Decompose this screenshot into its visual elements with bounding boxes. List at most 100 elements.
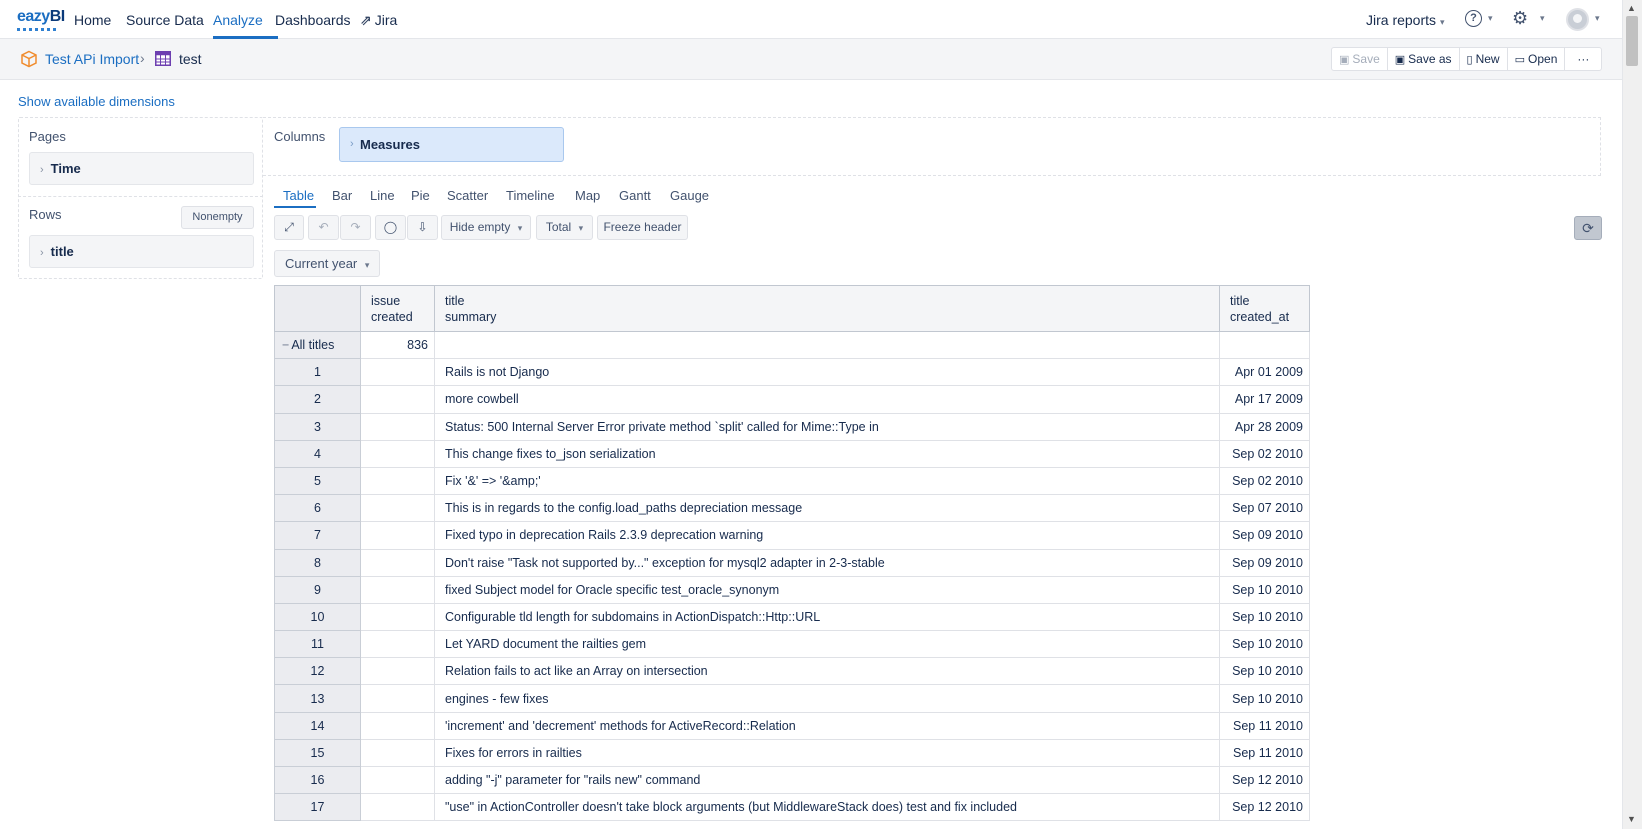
cell-issue-created[interactable] (360, 602, 435, 632)
cell-summary[interactable]: This is in regards to the config.load_pa… (434, 494, 1220, 523)
scrollbar-thumb[interactable] (1626, 16, 1638, 66)
cell-created-at[interactable]: Sep 10 2010 (1219, 602, 1310, 632)
breadcrumb-account-link[interactable]: Test APi Import (45, 51, 139, 67)
cell-created-at[interactable]: Sep 12 2010 (1219, 793, 1310, 822)
tab-table[interactable]: Table (283, 188, 314, 203)
tab-line[interactable]: Line (370, 188, 395, 203)
nav-jira[interactable]: ⇗ Jira (360, 12, 397, 29)
cell-created-at[interactable]: Sep 10 2010 (1219, 575, 1310, 604)
nav-source-data[interactable]: Source Data (126, 12, 204, 28)
row-header-title[interactable]: 16 (274, 765, 361, 795)
cell-created-at[interactable]: Sep 11 2010 (1219, 738, 1310, 768)
tab-pie[interactable]: Pie (411, 188, 430, 203)
tab-gauge[interactable]: Gauge (670, 188, 709, 203)
row-header-title[interactable]: 10 (274, 602, 361, 632)
columns-dimension-measures[interactable]: › Measures (339, 127, 564, 162)
cell-issue-created[interactable] (360, 630, 435, 659)
row-header-title[interactable]: 15 (274, 738, 361, 768)
cell-summary[interactable]: 'increment' and 'decrement' methods for … (434, 711, 1220, 740)
cell-issue-created[interactable] (360, 385, 435, 414)
total-dropdown[interactable]: Total ▾ (536, 215, 593, 240)
show-available-dimensions-link[interactable]: Show available dimensions (18, 94, 175, 109)
cell-issue-created[interactable] (360, 657, 435, 686)
cell-created-at[interactable]: Sep 02 2010 (1219, 466, 1310, 496)
row-header-title[interactable]: 12 (274, 657, 361, 686)
eazybi-logo[interactable]: eazyBI (17, 8, 65, 31)
cell-issue-created[interactable] (360, 684, 435, 713)
cell-created-at[interactable]: Sep 10 2010 (1219, 630, 1310, 659)
cell-issue-created[interactable]: 836 (360, 330, 435, 360)
column-header-issue-created[interactable]: issue created (360, 285, 435, 332)
cell-summary[interactable]: Let YARD document the railties gem (434, 630, 1220, 659)
cell-issue-created[interactable] (360, 358, 435, 387)
row-header-title[interactable]: 13 (274, 684, 361, 713)
row-header-title[interactable]: 6 (274, 494, 361, 523)
open-report-button[interactable]: ▭ Open (1508, 48, 1566, 70)
save-button[interactable]: ▣ Save (1332, 48, 1388, 70)
nav-analyze[interactable]: Analyze (213, 12, 263, 28)
fullscreen-button[interactable]: ⤢ (274, 215, 304, 240)
cell-issue-created[interactable] (360, 793, 435, 822)
tab-timeline[interactable]: Timeline (506, 188, 555, 203)
avatar[interactable] (1566, 8, 1589, 31)
collapse-icon[interactable]: − (282, 338, 289, 352)
cell-summary[interactable]: "use" in ActionController doesn't take b… (434, 793, 1220, 822)
cell-summary[interactable]: more cowbell (434, 385, 1220, 414)
freeze-header-button[interactable]: Freeze header (597, 215, 688, 240)
cell-issue-created[interactable] (360, 466, 435, 496)
cell-summary[interactable]: Configurable tld length for subdomains i… (434, 602, 1220, 632)
row-header-title[interactable]: 2 (274, 385, 361, 414)
row-header-title[interactable]: 5 (274, 466, 361, 496)
row-header-title[interactable]: 14 (274, 711, 361, 740)
cell-created-at[interactable]: Apr 28 2009 (1219, 412, 1310, 441)
cell-created-at[interactable]: Sep 02 2010 (1219, 439, 1310, 468)
row-header-title[interactable]: 9 (274, 575, 361, 604)
cell-issue-created[interactable] (360, 765, 435, 795)
row-header-title[interactable]: 3 (274, 412, 361, 441)
jira-reports-menu[interactable]: Jira reports ▾ (1366, 12, 1445, 28)
row-header-title[interactable]: 11 (274, 630, 361, 659)
cell-created-at[interactable]: Sep 11 2010 (1219, 711, 1310, 740)
cell-created-at[interactable]: Apr 01 2009 (1219, 358, 1310, 387)
help-icon[interactable]: ? (1465, 10, 1482, 27)
cell-issue-created[interactable] (360, 494, 435, 523)
rows-dimension-title[interactable]: › title (29, 235, 254, 268)
tab-bar[interactable]: Bar (332, 188, 352, 203)
cell-issue-created[interactable] (360, 711, 435, 740)
cell-summary[interactable]: Status: 500 Internal Server Error privat… (434, 412, 1220, 441)
refresh-button[interactable]: ⟳ (1574, 216, 1602, 240)
cell-summary[interactable]: This change fixes to_json serialization (434, 439, 1220, 468)
gear-icon[interactable]: ⚙ (1512, 8, 1528, 29)
cell-summary[interactable]: fixed Subject model for Oracle specific … (434, 575, 1220, 604)
cell-issue-created[interactable] (360, 412, 435, 441)
cell-summary[interactable]: Don't raise "Task not supported by..." e… (434, 548, 1220, 577)
cell-created-at[interactable]: Apr 17 2009 (1219, 385, 1310, 414)
cell-created-at[interactable] (1219, 330, 1310, 360)
cell-issue-created[interactable] (360, 548, 435, 577)
save-as-button[interactable]: ▣ Save as (1388, 48, 1460, 70)
column-header-title-summary[interactable]: title summary (434, 285, 1220, 332)
cell-created-at[interactable]: Sep 12 2010 (1219, 765, 1310, 795)
cell-summary[interactable]: Rails is not Django (434, 358, 1220, 387)
pages-dimension-time[interactable]: › Time (29, 152, 254, 185)
page-scrollbar[interactable] (1622, 0, 1642, 829)
cell-issue-created[interactable] (360, 575, 435, 604)
nav-dashboards[interactable]: Dashboards (275, 12, 351, 28)
tab-gantt[interactable]: Gantt (619, 188, 651, 203)
row-header-title[interactable]: 8 (274, 548, 361, 577)
new-report-button[interactable]: ▯ New (1460, 48, 1508, 70)
cell-issue-created[interactable] (360, 439, 435, 468)
scroll-up-arrow-icon[interactable]: ▲ (1627, 3, 1636, 13)
column-header-title-created-at[interactable]: title created_at (1219, 285, 1310, 332)
row-header-title[interactable]: 1 (274, 358, 361, 387)
row-header-title[interactable]: 7 (274, 521, 361, 550)
cell-created-at[interactable]: Sep 10 2010 (1219, 657, 1310, 686)
row-header-title[interactable]: 17 (274, 793, 361, 822)
nonempty-toggle[interactable]: Nonempty (181, 206, 254, 229)
more-options-button[interactable]: ··· (1565, 48, 1601, 70)
cell-summary[interactable]: Fix '&' => '&amp;' (434, 466, 1220, 496)
cell-summary[interactable]: Relation fails to act like an Array on i… (434, 657, 1220, 686)
cell-created-at[interactable]: Sep 09 2010 (1219, 548, 1310, 577)
row-header-title[interactable]: 4 (274, 439, 361, 468)
cell-created-at[interactable]: Sep 09 2010 (1219, 521, 1310, 550)
